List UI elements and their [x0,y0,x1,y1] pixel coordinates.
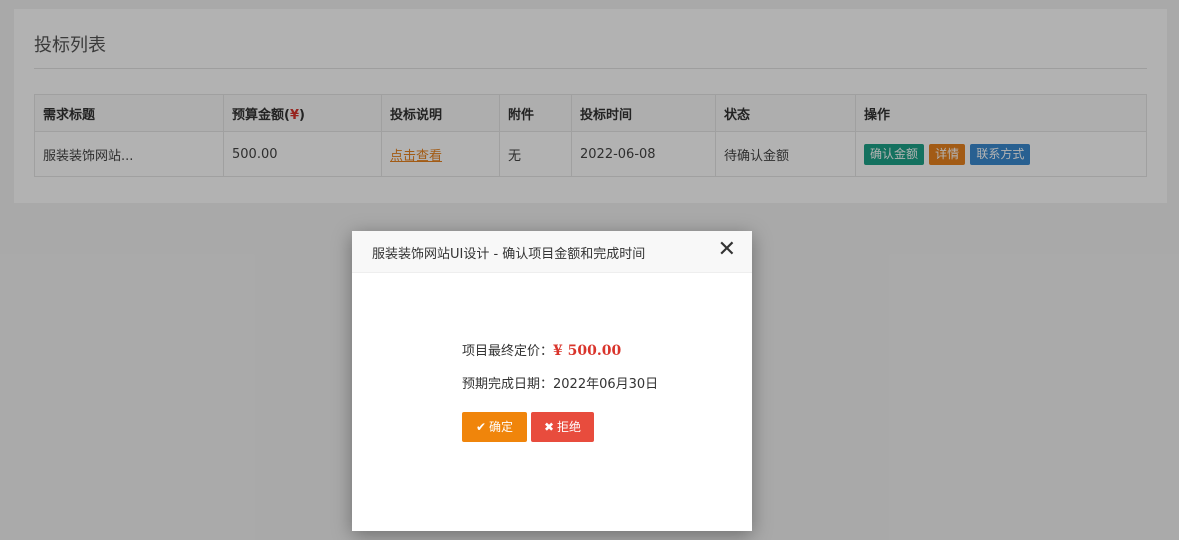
final-price-value: ¥ 500.00 [553,343,622,359]
completion-date-value: 2022年06月30日 [553,377,659,392]
check-icon: ✔ [475,420,487,434]
completion-date-row: 预期完成日期：2022年06月30日 [462,373,658,392]
confirm-modal: 服装装饰网站UI设计 - 确认项目金额和完成时间 ✕ 项目最终定价：¥ 500.… [352,231,752,531]
modal-header: 服装装饰网站UI设计 - 确认项目金额和完成时间 ✕ [352,231,752,273]
confirm-button[interactable]: ✔ 确定 [462,412,527,442]
reject-button-label: 拒绝 [557,420,582,434]
completion-date-label: 预期完成日期： [462,377,554,392]
x-icon: ✖ [543,420,555,434]
final-price-label: 项目最终定价： [462,344,554,359]
reject-button[interactable]: ✖ 拒绝 [531,412,594,442]
close-icon[interactable]: ✕ [718,239,736,261]
modal-title: 服装装饰网站UI设计 - 确认项目金额和完成时间 [372,247,646,262]
final-price-row: 项目最终定价：¥ 500.00 [462,340,621,359]
confirm-button-label: 确定 [489,420,514,434]
